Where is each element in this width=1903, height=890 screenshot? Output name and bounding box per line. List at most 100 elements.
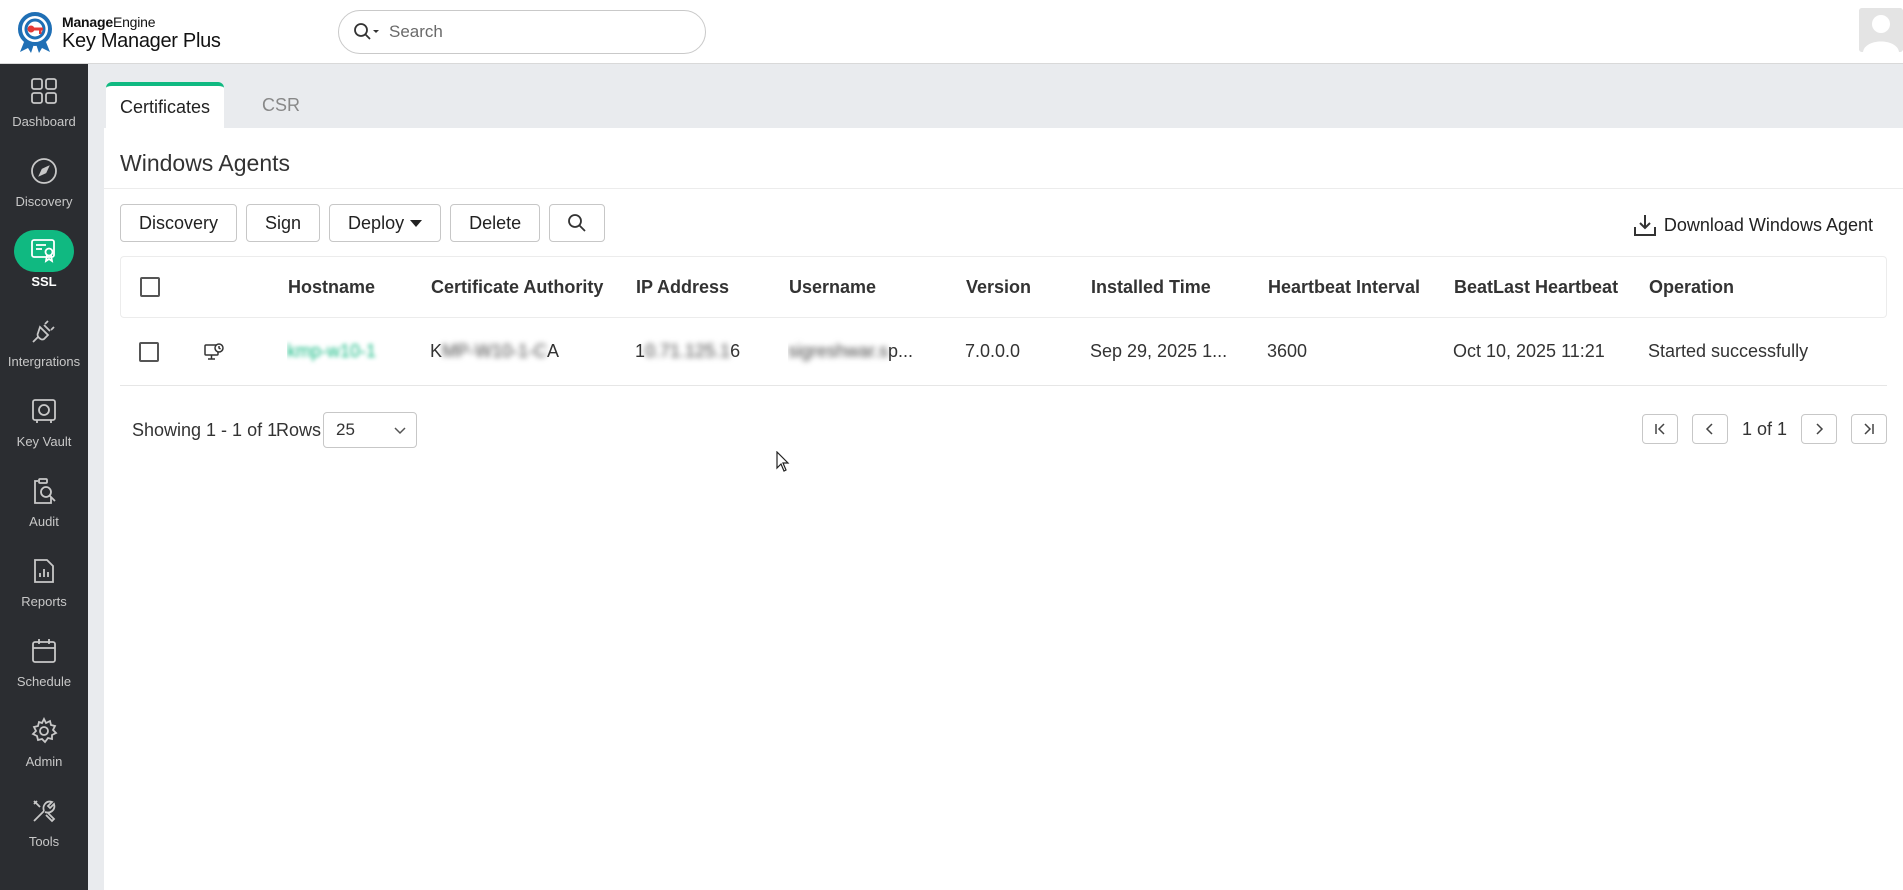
page-indicator: 1 of 1 [1741, 418, 1787, 439]
first-page-icon [1655, 423, 1665, 435]
sidebar-item-admin[interactable]: Admin [0, 710, 88, 786]
sidebar-item-label: Audit [29, 514, 59, 529]
last-heartbeat-cell: Oct 10, 2025 11:21 [1453, 341, 1605, 361]
column-header-heartbeat-interval[interactable]: Heartbeat Interval [1268, 257, 1448, 317]
previous-page-button[interactable] [1691, 414, 1728, 444]
download-icon [1633, 215, 1656, 236]
search-input[interactable] [389, 22, 689, 42]
sidebar-item-dashboard[interactable]: Dashboard [0, 70, 88, 146]
sidebar-item-schedule[interactable]: Schedule [0, 630, 88, 706]
column-header-username[interactable]: Username [789, 257, 949, 317]
top-bar: ManageEngine Key Manager Plus [0, 0, 1903, 64]
search-icon[interactable] [353, 22, 383, 42]
rows-label: Rows [276, 420, 322, 440]
sidebar-item-reports[interactable]: Reports [0, 550, 88, 626]
sidebar-item-label: Intergrations [7, 354, 81, 369]
heartbeat-interval-cell: 3600 [1267, 341, 1308, 361]
vault-icon [32, 399, 56, 423]
table-row: kmp-w10-1 K MP-W10-1-C A 1 0.71.125.1 6 sigr… [120, 318, 1887, 386]
pagination: 1 of 1 [1641, 414, 1887, 444]
compass-icon [31, 158, 57, 184]
row-checkbox[interactable] [139, 341, 159, 362]
table-footer: Showing 1 - 1 of 1 Rows 25 1 of 1 [120, 406, 1887, 456]
column-header-last-heartbeat[interactable]: BeatLast Heartbeat [1454, 257, 1644, 317]
tab-bar: Certificates CSR [106, 82, 314, 128]
chevron-left-icon [1705, 423, 1713, 435]
chevron-right-icon [1816, 423, 1824, 435]
download-windows-agent-link[interactable]: Download Windows Agent [1632, 212, 1873, 238]
deploy-button-label: Deploy [348, 212, 405, 233]
audit-icon [34, 478, 56, 504]
first-page-button[interactable] [1641, 414, 1678, 444]
username-cell: sigreshwar.s p... [788, 341, 914, 361]
sidebar-item-label: Reports [21, 594, 67, 609]
agent-monitor-icon[interactable] [204, 318, 224, 385]
tab-csr[interactable]: CSR [248, 82, 314, 128]
gear-icon [31, 717, 58, 744]
last-page-icon [1864, 423, 1874, 435]
installed-time-cell: Sep 29, 2025 1... [1090, 341, 1228, 361]
sidebar-item-label: Admin [25, 754, 63, 769]
select-all-checkbox[interactable] [140, 277, 160, 297]
rows-per-page-value: 25 [336, 420, 355, 439]
deploy-button[interactable]: Deploy [329, 204, 442, 242]
plug-icon [32, 320, 55, 343]
sidebar-item-label: Schedule [16, 674, 72, 689]
tab-certificates[interactable]: Certificates [106, 82, 225, 128]
global-search[interactable] [338, 10, 706, 54]
operation-cell: Started successfully [1648, 341, 1809, 361]
version-cell: 7.0.0.0 [965, 341, 1021, 361]
divider [104, 188, 1903, 189]
sidebar-item-label: SSL [31, 274, 57, 289]
sign-button[interactable]: Sign [246, 204, 321, 242]
windows-agents-panel: Windows Agents Discovery Sign Deploy Del… [104, 128, 1903, 890]
page-title: Windows Agents [120, 150, 291, 176]
certificate-authority-cell: K MP-W10-1-C A [430, 341, 560, 361]
next-page-button[interactable] [1801, 414, 1837, 444]
search-icon [568, 214, 586, 232]
column-header-version[interactable]: Version [966, 257, 1086, 317]
rows-per-page-select[interactable]: 25 [323, 412, 417, 448]
column-header-hostname[interactable]: Hostname [288, 257, 408, 317]
main-content: Certificates CSR Windows Agents Discover… [88, 64, 1903, 890]
dashboard-icon [31, 78, 57, 104]
sidebar-item-ssl[interactable]: SSL [0, 230, 88, 306]
column-header-ip-address[interactable]: IP Address [636, 257, 786, 317]
sidebar-nav: Dashboard Discovery SSL Intergrations Ke… [0, 64, 88, 890]
product-name: Key Manager Plus [62, 30, 221, 52]
caret-down-icon [410, 219, 423, 227]
sidebar-item-label: Discovery [15, 194, 73, 209]
user-avatar-icon [1859, 8, 1903, 52]
sidebar-item-integrations[interactable]: Intergrations [0, 310, 88, 386]
app-logo[interactable]: ManageEngine Key Manager Plus [16, 12, 221, 54]
mouse-cursor-icon [776, 451, 790, 472]
showing-count: Showing 1 - 1 of 1 [132, 420, 278, 440]
sidebar-item-discovery[interactable]: Discovery [0, 150, 88, 226]
table-header: Hostname Certificate Authority IP Addres… [120, 256, 1887, 318]
hostname-link[interactable]: kmp-w10-1 [287, 341, 376, 362]
chevron-down-icon [394, 427, 406, 435]
download-label: Download Windows Agent [1663, 214, 1873, 235]
column-header-operation[interactable]: Operation [1649, 257, 1879, 317]
discovery-button[interactable]: Discovery [120, 204, 238, 242]
sidebar-item-audit[interactable]: Audit [0, 470, 88, 546]
brand-name: ManageEngine [62, 14, 156, 30]
last-page-button[interactable] [1851, 414, 1887, 444]
ip-address-cell: 1 0.71.125.1 6 [635, 341, 741, 361]
toolbar: Discovery Sign Deploy Delete [120, 204, 606, 242]
sidebar-item-label: Key Vault [16, 434, 72, 449]
sidebar-item-key-vault[interactable]: Key Vault [0, 390, 88, 466]
table-search-button[interactable] [549, 204, 606, 242]
calendar-icon [32, 639, 56, 663]
column-header-installed-time[interactable]: Installed Time [1091, 257, 1261, 317]
delete-button[interactable]: Delete [450, 204, 541, 242]
certificate-icon [31, 239, 55, 263]
sidebar-item-label: Dashboard [12, 114, 76, 129]
column-header-certificate-authority[interactable]: Certificate Authority [431, 257, 621, 317]
tools-icon [33, 800, 56, 823]
user-avatar[interactable] [1859, 8, 1903, 52]
reports-icon [34, 559, 54, 583]
key-logo-icon [18, 12, 52, 53]
sidebar-item-tools[interactable]: Tools [0, 790, 88, 866]
agents-table: Hostname Certificate Authority IP Addres… [120, 256, 1887, 386]
